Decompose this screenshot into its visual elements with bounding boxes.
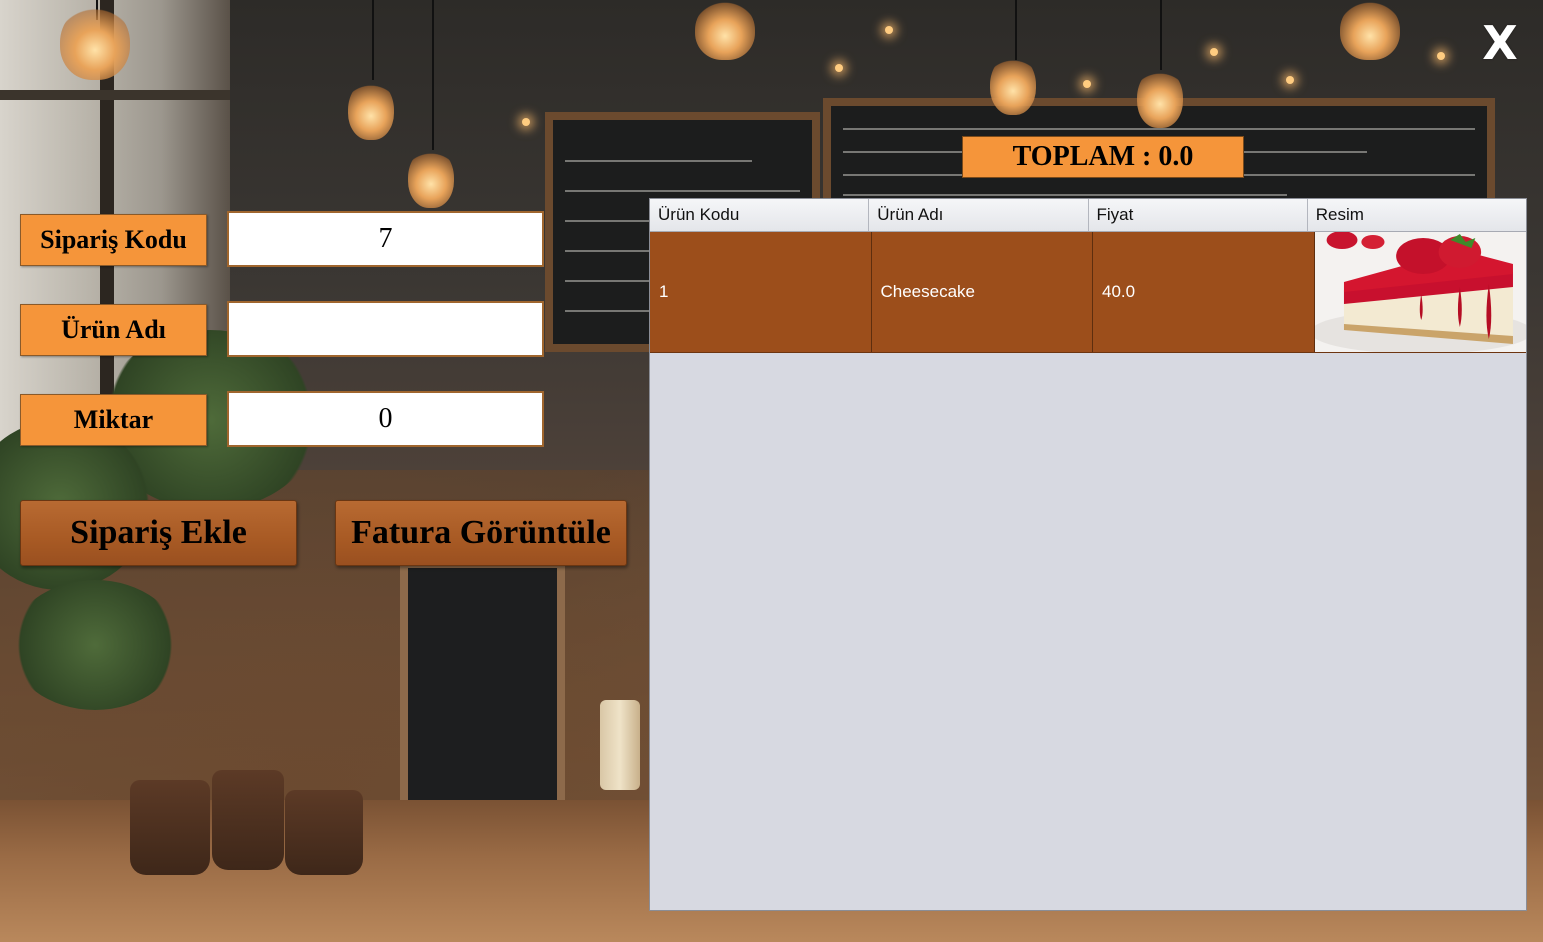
cell-product-name: Cheesecake bbox=[872, 232, 1093, 352]
pendant-lamp bbox=[60, 5, 130, 80]
product-name-field[interactable] bbox=[227, 301, 544, 357]
background-basket bbox=[285, 790, 363, 875]
pendant-lamp bbox=[1340, 0, 1400, 60]
close-icon[interactable]: X bbox=[1478, 18, 1522, 68]
pendant-lamp bbox=[695, 0, 755, 60]
total-label: TOPLAM : 0.0 bbox=[962, 136, 1244, 178]
quantity-label: Miktar bbox=[20, 394, 207, 446]
table-row[interactable]: 1 Cheesecake 40.0 bbox=[650, 232, 1526, 353]
pendant-lamp bbox=[1137, 68, 1183, 128]
column-header-product-name[interactable]: Ürün Adı bbox=[869, 199, 1089, 231]
table-header: Ürün Kodu Ürün Adı Fiyat Resim bbox=[650, 199, 1526, 232]
background-basket bbox=[130, 780, 210, 875]
cell-product-code: 1 bbox=[650, 232, 872, 352]
add-order-button[interactable]: Sipariş Ekle bbox=[20, 500, 297, 566]
quantity-field[interactable] bbox=[227, 391, 544, 447]
background-cup bbox=[600, 700, 640, 790]
products-table[interactable]: Ürün Kodu Ürün Adı Fiyat Resim 1 Cheesec… bbox=[649, 198, 1527, 911]
pendant-lamp bbox=[408, 148, 454, 208]
cell-image bbox=[1314, 232, 1526, 352]
order-code-label: Sipariş Kodu bbox=[20, 214, 207, 266]
order-code-field[interactable] bbox=[227, 211, 544, 267]
column-header-image[interactable]: Resim bbox=[1308, 199, 1526, 231]
column-header-price[interactable]: Fiyat bbox=[1089, 199, 1308, 231]
cell-price: 40.0 bbox=[1093, 232, 1315, 352]
background-basket bbox=[212, 770, 284, 870]
strawberry-cheesecake-image bbox=[1314, 232, 1526, 352]
pendant-lamp bbox=[990, 55, 1036, 115]
view-invoice-button[interactable]: Fatura Görüntüle bbox=[335, 500, 627, 566]
column-header-product-code[interactable]: Ürün Kodu bbox=[650, 199, 870, 231]
background-window-crossbar bbox=[0, 90, 230, 100]
background-plant bbox=[10, 580, 180, 710]
pendant-lamp bbox=[348, 80, 394, 140]
product-name-label: Ürün Adı bbox=[20, 304, 207, 356]
